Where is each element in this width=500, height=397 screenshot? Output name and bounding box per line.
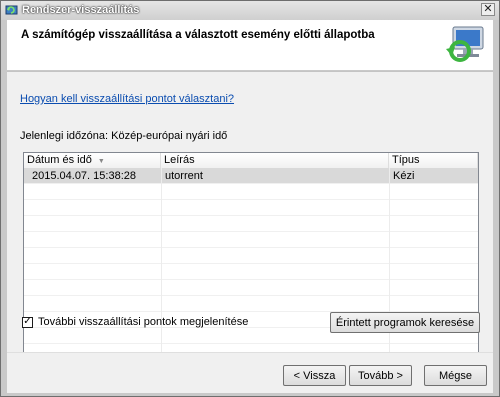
empty-row — [24, 248, 478, 264]
show-more-option[interactable]: ✓ További visszaállítási pontok megjelen… — [22, 316, 248, 328]
column-divider — [161, 168, 162, 362]
checkmark-icon: ✓ — [23, 316, 32, 327]
empty-row — [24, 232, 478, 248]
system-restore-app-icon — [5, 5, 18, 15]
empty-row — [24, 296, 478, 312]
scan-affected-programs-button[interactable]: Érintett programok keresése — [330, 312, 480, 333]
column-header-type[interactable]: Típus — [389, 153, 478, 168]
cancel-button-label: Mégse — [438, 369, 473, 382]
back-button[interactable]: < Vissza — [283, 365, 346, 386]
cancel-button[interactable]: Mégse — [424, 365, 487, 386]
column-header-description[interactable]: Leírás — [161, 153, 389, 168]
close-button[interactable]: ✕ — [481, 3, 495, 16]
scan-affected-programs-label: Érintett programok keresése — [335, 316, 475, 329]
empty-row — [24, 200, 478, 216]
row-date: 2015.04.07. 15:38:28 — [32, 170, 136, 182]
table-row[interactable]: 2015.04.07. 15:38:28 utorrent Kézi — [24, 168, 478, 184]
close-icon: ✕ — [483, 3, 493, 15]
row-description: utorrent — [165, 170, 203, 182]
empty-row — [24, 280, 478, 296]
next-button-label: Tovább > — [358, 369, 403, 382]
column-header-date-label: Dátum és idő — [27, 154, 92, 166]
show-more-checkbox[interactable]: ✓ — [22, 316, 33, 328]
wizard-footer: < Vissza Tovább > Mégse — [7, 352, 493, 393]
empty-row — [24, 216, 478, 232]
system-restore-window: Rendszer-visszaállítás ✕ A számítógép vi… — [0, 0, 500, 397]
help-link[interactable]: Hogyan kell visszaállítási pontot válasz… — [20, 93, 234, 105]
empty-row — [24, 264, 478, 280]
column-header-description-label: Leírás — [164, 154, 195, 166]
column-header-type-label: Típus — [392, 154, 420, 166]
sort-descending-icon: ▼ — [97, 158, 105, 165]
system-restore-icon — [446, 26, 484, 62]
page-title: A számítógép visszaállítása a választott… — [21, 29, 375, 41]
back-button-label: < Vissza — [293, 369, 336, 382]
timezone-label: Jelenlegi időzóna: Közép-európai nyári i… — [20, 130, 228, 142]
wizard-body: Hogyan kell visszaállítási pontot válasz… — [7, 71, 493, 363]
next-button[interactable]: Tovább > — [349, 365, 412, 386]
column-header-date[interactable]: Dátum és idő ▼ — [24, 153, 161, 168]
wizard-header: A számítógép visszaállítása a választott… — [7, 20, 493, 70]
title-bar[interactable]: Rendszer-visszaállítás ✕ — [1, 1, 499, 20]
list-header: Dátum és idő ▼ Leírás Típus — [24, 153, 478, 169]
window-title: Rendszer-visszaállítás — [22, 4, 140, 16]
show-more-label[interactable]: További visszaállítási pontok megjelenít… — [38, 316, 248, 328]
row-type: Kézi — [393, 170, 415, 182]
empty-row — [24, 184, 478, 200]
